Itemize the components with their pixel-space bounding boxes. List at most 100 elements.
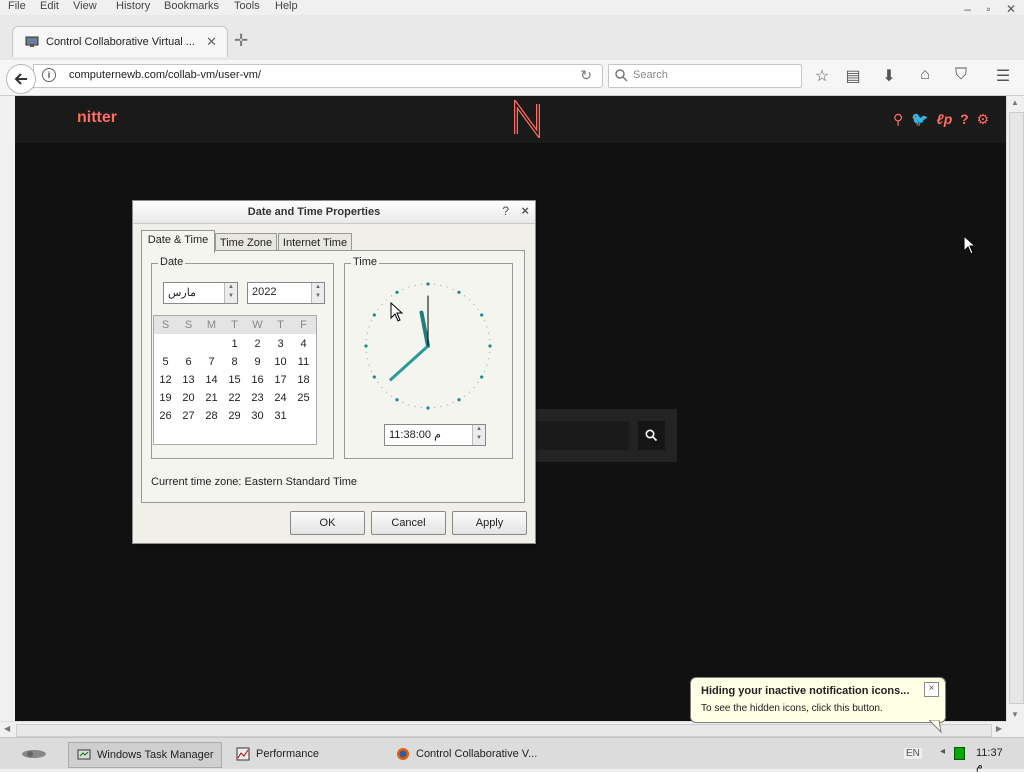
calendar-day[interactable]: 22 bbox=[223, 392, 246, 404]
close-icon[interactable]: × bbox=[521, 203, 529, 218]
scroll-right-icon[interactable]: ▶ bbox=[996, 724, 1002, 733]
spin-arrows-icon[interactable]: ▲ ▼ bbox=[311, 283, 324, 303]
menu-file[interactable]: File bbox=[8, 0, 26, 12]
site-logo-text[interactable]: nitter bbox=[77, 109, 117, 127]
rss-icon[interactable]: ℓp bbox=[936, 111, 952, 127]
site-info-icon[interactable]: i bbox=[42, 68, 56, 82]
menu-bookmarks[interactable]: Bookmarks bbox=[164, 0, 219, 12]
clock-tick bbox=[365, 338, 367, 341]
search-bar[interactable]: Search bbox=[608, 64, 802, 88]
month-selector[interactable]: مارس ▲ ▼ bbox=[163, 282, 238, 304]
calendar-day[interactable]: 5 bbox=[154, 356, 177, 368]
taskbar-item-performance[interactable]: Performance bbox=[228, 742, 380, 766]
bookmark-star-icon[interactable]: ☆ bbox=[811, 66, 833, 85]
calendar-day[interactable]: 28 bbox=[200, 410, 223, 422]
calendar-day[interactable]: 16 bbox=[246, 374, 269, 386]
reload-icon[interactable]: ↻ bbox=[580, 67, 592, 84]
calendar-day[interactable]: 6 bbox=[177, 356, 200, 368]
menu-history[interactable]: History bbox=[116, 0, 150, 12]
scroll-down-icon[interactable]: ▼ bbox=[1011, 710, 1019, 719]
taskbar-item-firefox[interactable]: Control Collaborative V... bbox=[388, 742, 548, 766]
calendar-day[interactable]: 1 bbox=[223, 338, 246, 350]
vertical-scrollbar[interactable]: ▲ ▼ bbox=[1006, 96, 1024, 721]
calendar-day-selected[interactable]: 2 bbox=[246, 338, 269, 350]
spin-arrows-icon[interactable]: ▲ ▼ bbox=[224, 283, 237, 303]
apply-button[interactable]: Apply bbox=[452, 511, 527, 535]
taskbar-clock[interactable]: 11:37 م bbox=[976, 747, 1003, 772]
menu-tools[interactable]: Tools bbox=[234, 0, 260, 12]
ok-button[interactable]: OK bbox=[290, 511, 365, 535]
help-icon[interactable]: ? bbox=[502, 204, 509, 218]
scroll-thumb[interactable] bbox=[1009, 112, 1024, 704]
site-search-input[interactable] bbox=[536, 421, 629, 450]
spin-arrows-icon[interactable]: ▲ ▼ bbox=[472, 425, 485, 445]
calendar-day[interactable]: 25 bbox=[292, 392, 315, 404]
new-tab-icon[interactable]: ✛ bbox=[234, 31, 248, 51]
calendar-day[interactable]: 26 bbox=[154, 410, 177, 422]
back-arrow-icon bbox=[14, 73, 27, 85]
help-icon[interactable]: ? bbox=[960, 111, 969, 127]
calendar-day[interactable]: 20 bbox=[177, 392, 200, 404]
site-logo-icon[interactable] bbox=[512, 100, 542, 138]
reading-list-icon[interactable]: ▤ bbox=[842, 66, 864, 85]
tab-close-icon[interactable]: ✕ bbox=[206, 34, 217, 50]
horizontal-scrollbar[interactable]: ◀ ▶ bbox=[0, 721, 1006, 738]
calendar-weekday-header: F bbox=[300, 319, 307, 331]
cancel-button[interactable]: Cancel bbox=[371, 511, 446, 535]
calendar-day[interactable]: 8 bbox=[223, 356, 246, 368]
calendar-day[interactable]: 30 bbox=[246, 410, 269, 422]
calendar-day[interactable]: 18 bbox=[292, 374, 315, 386]
dialog-titlebar[interactable]: Date and Time Properties ? × bbox=[133, 201, 535, 224]
home-icon[interactable]: ⌂ bbox=[914, 66, 936, 84]
calendar-day[interactable]: 23 bbox=[246, 392, 269, 404]
scroll-up-icon[interactable]: ▲ bbox=[1011, 98, 1019, 107]
calendar-day[interactable]: 11 bbox=[292, 356, 315, 368]
calendar-grid[interactable]: S S M T W T F 1 2 3 4 5 6 7 8 9 10 11 12 13 14 15 16 17 18 19 20 21… bbox=[153, 315, 317, 445]
calendar-day[interactable]: 12 bbox=[154, 374, 177, 386]
calendar-day[interactable]: 24 bbox=[269, 392, 292, 404]
scroll-left-icon[interactable]: ◀ bbox=[4, 724, 10, 733]
notification-balloon[interactable]: Hiding your inactive notification icons.… bbox=[690, 677, 946, 734]
scroll-thumb[interactable] bbox=[16, 724, 992, 737]
menu-help[interactable]: Help bbox=[275, 0, 298, 12]
calendar-day[interactable]: 29 bbox=[223, 410, 246, 422]
show-hidden-icons-icon[interactable]: ◂ bbox=[940, 746, 945, 757]
menu-edit[interactable]: Edit bbox=[40, 0, 59, 12]
calendar-day[interactable]: 17 bbox=[269, 374, 292, 386]
maximize-icon[interactable]: ▫ bbox=[986, 2, 990, 16]
time-stepper[interactable]: 11:38:00 م ▲ ▼ bbox=[384, 424, 486, 446]
start-button[interactable] bbox=[6, 742, 62, 766]
taskbar-item-task-manager[interactable]: Windows Task Manager bbox=[68, 742, 222, 768]
calendar-day[interactable]: 3 bbox=[269, 338, 292, 350]
year-stepper[interactable]: 2022 ▲ ▼ bbox=[247, 282, 325, 304]
calendar-day[interactable]: 27 bbox=[177, 410, 200, 422]
settings-icon[interactable]: ⚙ bbox=[977, 111, 990, 127]
calendar-day[interactable]: 10 bbox=[269, 356, 292, 368]
url-bar[interactable]: i computernewb.com/collab-vm/user-vm/ ↻ bbox=[33, 64, 603, 88]
download-icon[interactable]: ⬇ bbox=[878, 66, 900, 85]
back-button[interactable] bbox=[6, 64, 36, 94]
twitter-icon[interactable]: 🐦 bbox=[911, 111, 928, 127]
calendar-day[interactable]: 31 bbox=[269, 410, 292, 422]
calendar-day[interactable]: 15 bbox=[223, 374, 246, 386]
close-window-icon[interactable]: ✕ bbox=[1006, 2, 1016, 16]
calendar-day[interactable]: 4 bbox=[292, 338, 315, 350]
calendar-day[interactable]: 9 bbox=[246, 356, 269, 368]
menu-view[interactable]: View bbox=[73, 0, 97, 12]
calendar-day[interactable]: 13 bbox=[177, 374, 200, 386]
browser-tab[interactable]: Control Collaborative Virtual ... ✕ bbox=[12, 26, 228, 57]
tab-date-time[interactable]: Date & Time bbox=[141, 230, 215, 253]
network-icon[interactable] bbox=[954, 747, 965, 760]
pocket-icon[interactable]: ⛉ bbox=[950, 66, 972, 84]
search-icon[interactable]: ⚲ bbox=[893, 111, 903, 127]
calendar-day[interactable]: 14 bbox=[200, 374, 223, 386]
minimize-icon[interactable]: – bbox=[964, 2, 971, 16]
calendar-day[interactable]: 21 bbox=[200, 392, 223, 404]
clock-minute-hand bbox=[389, 344, 430, 381]
calendar-day[interactable]: 19 bbox=[154, 392, 177, 404]
calendar-day[interactable]: 7 bbox=[200, 356, 223, 368]
language-indicator[interactable]: EN bbox=[904, 748, 922, 759]
hamburger-menu-icon[interactable]: ☰ bbox=[992, 66, 1014, 85]
close-icon[interactable]: × bbox=[924, 682, 939, 697]
site-search-button[interactable] bbox=[638, 421, 665, 450]
